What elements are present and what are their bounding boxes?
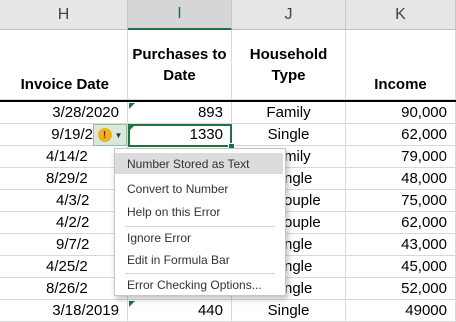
cell-invoice-date[interactable]: 4/14/2 [0,146,128,168]
menu-item-convert-to-number[interactable]: Convert to Number [115,178,283,199]
cell-income[interactable]: 49000 [346,300,456,322]
header-cell-invoice-date[interactable]: Invoice Date [0,30,128,100]
cell-invoice-date[interactable]: 8/29/2 [0,168,128,190]
cell-income[interactable]: 75,000 [346,190,456,212]
cell-income[interactable]: 45,000 [346,256,456,278]
cell-invoice-date[interactable]: 4/3/2 [0,190,128,212]
cell-invoice-date[interactable]: 9/7/2 [0,234,128,256]
cell-income[interactable]: 90,000 [346,102,456,124]
column-header-k[interactable]: K [346,0,456,30]
cell-household-type[interactable]: Family [232,102,346,124]
header-text: Type [271,66,306,84]
column-letter: J [284,5,293,23]
cell-invoice-date[interactable]: 8/26/2 [0,278,128,300]
menu-item-error-checking-options[interactable]: Error Checking Options... [115,274,283,295]
header-text: Income [374,76,427,93]
column-header-i[interactable]: I [128,0,232,30]
cell-household-type[interactable]: Single [232,300,346,322]
error-indicator-triangle [129,103,135,109]
header-text: Invoice Date [20,76,109,93]
cell-purchases[interactable]: 893 [128,102,232,124]
header-text: Date [163,66,196,84]
error-indicator-triangle [129,301,135,307]
header-cell-household-type[interactable]: Household Type [232,30,346,100]
header-text: Household [249,45,328,63]
active-cell-border [128,124,232,147]
cell-income[interactable]: 62,000 [346,212,456,234]
menu-item-help-on-error[interactable]: Help on this Error [115,201,283,222]
header-text: Purchases to [132,45,227,63]
column-header-h[interactable]: H [0,0,128,30]
cell-income[interactable]: 62,000 [346,124,456,146]
cell-purchases[interactable]: 440 [128,300,232,322]
warning-icon: ! [97,128,112,142]
header-cell-purchases[interactable]: Purchases to Date [128,30,232,100]
cell-invoice-date[interactable]: 3/18/2019 [0,300,128,322]
error-context-menu: Number Stored as Text Convert to Number … [114,148,286,296]
cell-income[interactable]: 43,000 [346,234,456,256]
cell-income[interactable]: 79,000 [346,146,456,168]
cell-income[interactable]: 48,000 [346,168,456,190]
column-letter: I [177,5,182,22]
menu-item-number-stored-as-text: Number Stored as Text [115,153,283,174]
cell-income[interactable]: 52,000 [346,278,456,300]
error-checking-button[interactable]: ! ▼ [93,124,127,146]
chevron-down-icon: ▼ [114,130,123,140]
cell-invoice-date[interactable]: 4/25/2 [0,256,128,278]
cell-invoice-date[interactable]: 4/2/2 [0,212,128,234]
menu-item-edit-in-formula-bar[interactable]: Edit in Formula Bar [115,249,283,270]
column-header-j[interactable]: J [232,0,346,30]
cell-household-type[interactable]: Single [232,124,346,146]
header-cell-income[interactable]: Income [346,30,456,100]
column-letter: H [57,5,70,23]
column-letter: K [395,5,406,23]
cell-invoice-date[interactable]: 3/28/2020 [0,102,128,124]
menu-item-ignore-error[interactable]: Ignore Error [115,227,283,248]
